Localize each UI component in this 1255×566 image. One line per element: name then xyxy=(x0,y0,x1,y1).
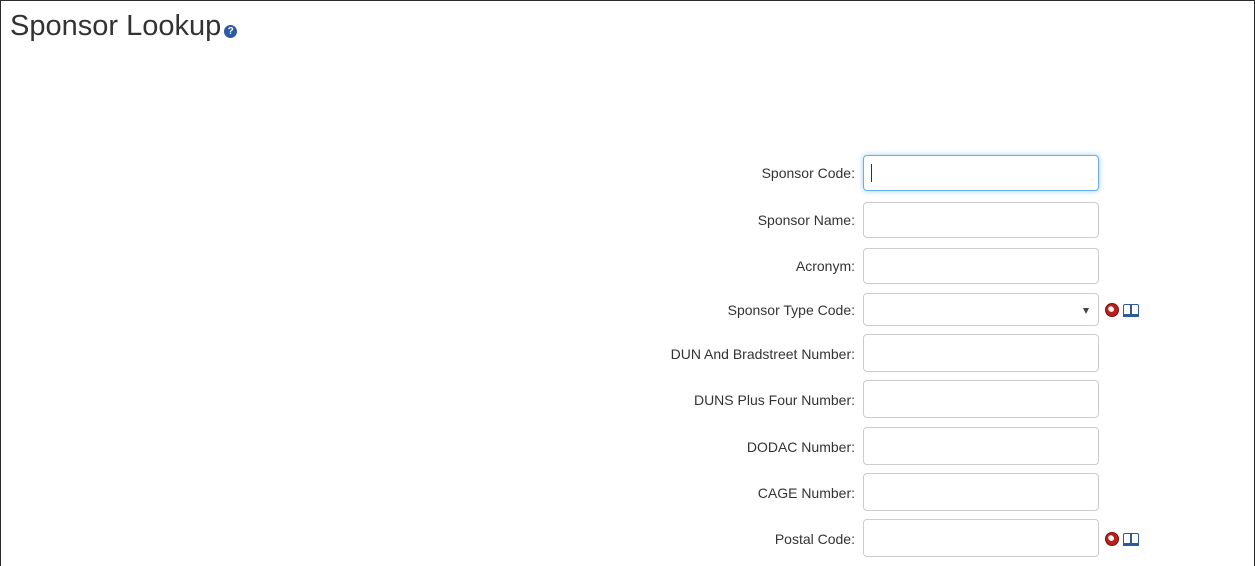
acronym-label: Acronym: xyxy=(795,258,855,274)
sponsor-type-code-label: Sponsor Type Code: xyxy=(727,302,855,318)
dodac-number-input[interactable] xyxy=(863,427,1099,465)
sponsor-type-code-tools xyxy=(1105,302,1140,318)
dodac-number-label: DODAC Number: xyxy=(746,439,855,455)
book-icon[interactable] xyxy=(1123,532,1140,546)
duns-plus-four-number-label: DUNS Plus Four Number: xyxy=(693,392,855,408)
postal-code-input[interactable] xyxy=(863,519,1099,557)
form-row-dodac-number: DODAC Number: xyxy=(1,427,1255,465)
help-icon[interactable]: ? xyxy=(224,24,238,38)
page-frame: Sponsor Lookup ? Sponsor Code: Sponsor N… xyxy=(0,0,1255,566)
sponsor-type-code-select[interactable] xyxy=(863,293,1099,326)
chevron-down-icon xyxy=(1083,308,1089,314)
lookup-icon[interactable] xyxy=(1105,303,1119,317)
duns-plus-four-number-input[interactable] xyxy=(863,380,1099,418)
acronym-input[interactable] xyxy=(863,248,1099,284)
form-row-dun-bradstreet-number: DUN And Bradstreet Number: xyxy=(1,334,1255,372)
lookup-icon[interactable] xyxy=(1105,532,1119,546)
form-row-sponsor-type-code: Sponsor Type Code: xyxy=(1,293,1255,329)
dun-bradstreet-number-label: DUN And Bradstreet Number: xyxy=(670,346,855,362)
form-row-acronym: Acronym: xyxy=(1,248,1255,284)
form-row-duns-plus-four-number: DUNS Plus Four Number: xyxy=(1,380,1255,418)
sponsor-name-label: Sponsor Name: xyxy=(757,212,855,228)
form-row-cage-number: CAGE Number: xyxy=(1,473,1255,511)
text-cursor xyxy=(871,164,872,182)
postal-code-label: Postal Code: xyxy=(774,531,855,547)
sponsor-name-input[interactable] xyxy=(863,202,1099,238)
dun-bradstreet-number-input[interactable] xyxy=(863,334,1099,372)
form-row-postal-code: Postal Code: xyxy=(1,519,1255,557)
sponsor-code-input[interactable] xyxy=(863,155,1099,191)
cage-number-input[interactable] xyxy=(863,473,1099,511)
sponsor-code-label: Sponsor Code: xyxy=(761,165,855,181)
page-title: Sponsor Lookup ? xyxy=(10,7,238,45)
postal-code-tools xyxy=(1105,531,1140,547)
page-title-text: Sponsor Lookup xyxy=(10,10,222,42)
book-icon[interactable] xyxy=(1123,303,1140,317)
form-row-sponsor-name: Sponsor Name: xyxy=(1,202,1255,238)
form-row-sponsor-code: Sponsor Code: xyxy=(1,155,1255,191)
cage-number-label: CAGE Number: xyxy=(757,485,855,501)
